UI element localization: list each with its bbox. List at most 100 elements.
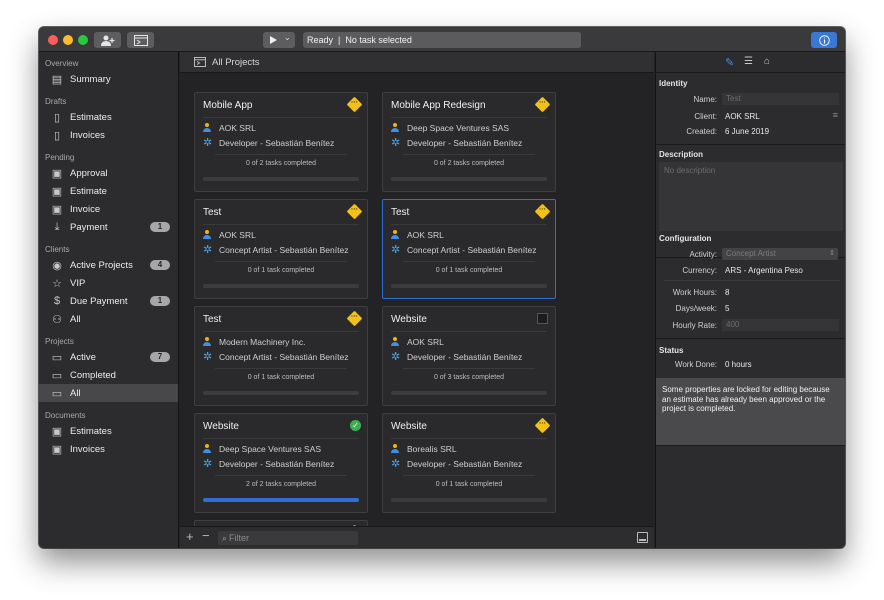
dollar-icon: $	[53, 295, 61, 307]
warning-icon	[534, 96, 551, 113]
name-field[interactable]: Test	[722, 93, 839, 105]
client-row: Modern Machinery Inc.	[203, 337, 305, 347]
filter-input[interactable]: ⌕ Filter	[218, 531, 358, 545]
warning-icon	[346, 203, 363, 220]
minimize-window-button[interactable]	[63, 35, 73, 45]
sidebar-item-payment[interactable]: ⤓ Payment 1	[39, 218, 178, 236]
person-icon	[391, 444, 399, 454]
add-project-button[interactable]: +	[186, 529, 194, 544]
app-window: ⌄ Ready | No task selected Overview ▤ Sum…	[39, 27, 845, 548]
menu-lines-icon[interactable]: ≡	[833, 110, 838, 120]
project-card[interactable]: Mobile App AOK SRL ✲ Developer - Sebastián …	[194, 92, 368, 192]
projects-panel: All Projects Mobile App AOK SRL ✲ Developer…	[180, 52, 654, 548]
panel-header: All Projects	[180, 52, 654, 73]
sidebar-item-label: Completed	[70, 369, 116, 381]
remove-project-button[interactable]: −	[202, 528, 210, 543]
project-card[interactable]: Website ✓ Deep Space Ventures SAS ✲ Develope…	[194, 413, 368, 513]
client-value: AOK SRL	[725, 112, 760, 121]
list-tab-icon[interactable]: ☰	[744, 56, 753, 67]
project-card[interactable]: Website AOK SRL ✲ Developer - Sebastián Ben…	[382, 306, 556, 406]
progress-bar	[203, 177, 359, 181]
client-row: AOK SRL	[203, 123, 256, 133]
project-card[interactable]: Website Borealis SRL ✲ Developer - Sebastiá…	[382, 413, 556, 513]
client-row: AOK SRL	[391, 230, 444, 240]
invoice-icon: ▣	[51, 203, 63, 216]
sidebar-item-label: Estimate	[70, 185, 107, 197]
info-button[interactable]	[811, 32, 837, 48]
updown-chevron-icon: ⇕	[829, 250, 835, 257]
role-text: Developer - Sebastián Benítez	[219, 459, 335, 469]
client-row: Borealis SRL	[391, 444, 457, 454]
sidebar-item-draft-estimates[interactable]: ▯ Estimates	[39, 108, 178, 126]
client-row: AOK SRL	[203, 230, 256, 240]
person-icon	[391, 337, 399, 347]
sidebar-item-vip[interactable]: ☆ VIP	[39, 274, 178, 292]
new-project-button[interactable]	[127, 32, 154, 48]
work-done-label: Work Done:	[674, 360, 717, 369]
progress-bar	[203, 284, 359, 288]
description-heading: Description	[659, 150, 704, 159]
status-task: No task selected	[345, 35, 412, 45]
hourly-rate-label: Hourly Rate:	[672, 321, 717, 330]
card-title: Test	[203, 314, 222, 325]
tools-icon: ✲	[203, 137, 213, 149]
created-value: 6 June 2019	[725, 127, 770, 136]
project-card[interactable]: Mobile App Redesign Deep Space Ventures S…	[382, 92, 556, 192]
locked-notice: Some properties are locked for editing b…	[656, 378, 845, 445]
role-text: Concept Artist - Sebastián Benítez	[219, 352, 349, 362]
project-card[interactable]: Test Modern Machinery Inc. ✲ Concept Artist…	[194, 306, 368, 406]
sidebar-item-due-payment[interactable]: $ Due Payment 1	[39, 292, 178, 310]
sidebar-item-doc-invoices[interactable]: ▣ Invoices	[39, 440, 178, 458]
card-title: Test	[203, 207, 222, 218]
sidebar-item-invoice[interactable]: ▣ Invoice	[39, 200, 178, 218]
people-icon: ⚇	[52, 313, 62, 326]
project-card[interactable]: Test AOK SRL ✲ Concept Artist - Sebastián B…	[194, 199, 368, 299]
role-row: ✲ Concept Artist - Sebastián Benítez	[203, 245, 348, 256]
document-icon: ▯	[53, 129, 61, 142]
description-field[interactable]: No description	[659, 162, 843, 231]
activity-select[interactable]: Concept Artist ⇕	[722, 248, 838, 260]
role-row: ✲ Developer - Sebastián Benítez	[203, 137, 334, 149]
sidebar-item-doc-estimates[interactable]: ▣ Estimates	[39, 422, 178, 440]
sidebar-item-active[interactable]: ▭ Active 7	[39, 348, 178, 366]
edit-tab-icon[interactable]: ✎	[725, 56, 734, 69]
sidebar-item-all-clients[interactable]: ⚇ All	[39, 310, 178, 328]
role-row: ✲ Developer - Sebastián Benítez	[391, 459, 522, 470]
project-icon	[133, 34, 148, 46]
project-card[interactable]: Test AOK SRL ✲ Concept Artist - Sebastián B…	[382, 199, 556, 299]
sidebar-item-label: Payment	[70, 221, 108, 233]
divider	[664, 280, 840, 281]
client-name: Deep Space Ventures SAS	[407, 123, 510, 133]
sidebar-item-label: Active Projects	[70, 259, 133, 271]
zoom-window-button[interactable]	[78, 35, 88, 45]
card-title: Mobile App	[203, 100, 253, 111]
client-name: AOK SRL	[407, 230, 444, 240]
tasks-completed: 0 of 1 task completed	[435, 267, 503, 274]
work-hours-label: Work Hours:	[672, 288, 717, 297]
sidebar-item-all-projects[interactable]: ▭ All	[39, 384, 178, 402]
sidebar-item-label: Invoice	[70, 203, 101, 215]
warning-icon	[534, 417, 551, 434]
run-menu-button[interactable]: ⌄	[263, 32, 295, 48]
status-heading: Status	[659, 346, 684, 355]
toggle-panel-button[interactable]	[637, 532, 648, 543]
sidebar-item-summary[interactable]: ▤ Summary	[39, 70, 178, 88]
close-window-button[interactable]	[48, 35, 58, 45]
divider	[403, 261, 535, 262]
hourly-rate-field[interactable]: 400	[722, 319, 839, 331]
role-row: ✲ Concept Artist - Sebastián Benítez	[203, 351, 349, 363]
divider	[391, 438, 547, 439]
count-badge: 1	[150, 296, 170, 306]
sidebar-item-completed[interactable]: ▭ Completed	[39, 366, 178, 384]
status-ready: Ready	[307, 35, 334, 45]
tasks-completed: 0 of 1 task completed	[247, 374, 315, 381]
sidebar-item-active-projects[interactable]: ◉ Active Projects 4	[39, 256, 178, 274]
sidebar-item-draft-invoices[interactable]: ▯ Invoices	[39, 126, 178, 144]
summary-chart-icon: ▤	[51, 73, 63, 86]
sidebar-item-approval[interactable]: ▣ Approval	[39, 164, 178, 182]
add-client-button[interactable]	[94, 32, 121, 48]
currency-value: ARS - Argentina Peso	[725, 266, 803, 275]
tag-tab-icon[interactable]: ⌂	[764, 56, 770, 67]
tools-icon: ✲	[203, 351, 213, 363]
sidebar-item-estimate[interactable]: ▣ Estimate	[39, 182, 178, 200]
